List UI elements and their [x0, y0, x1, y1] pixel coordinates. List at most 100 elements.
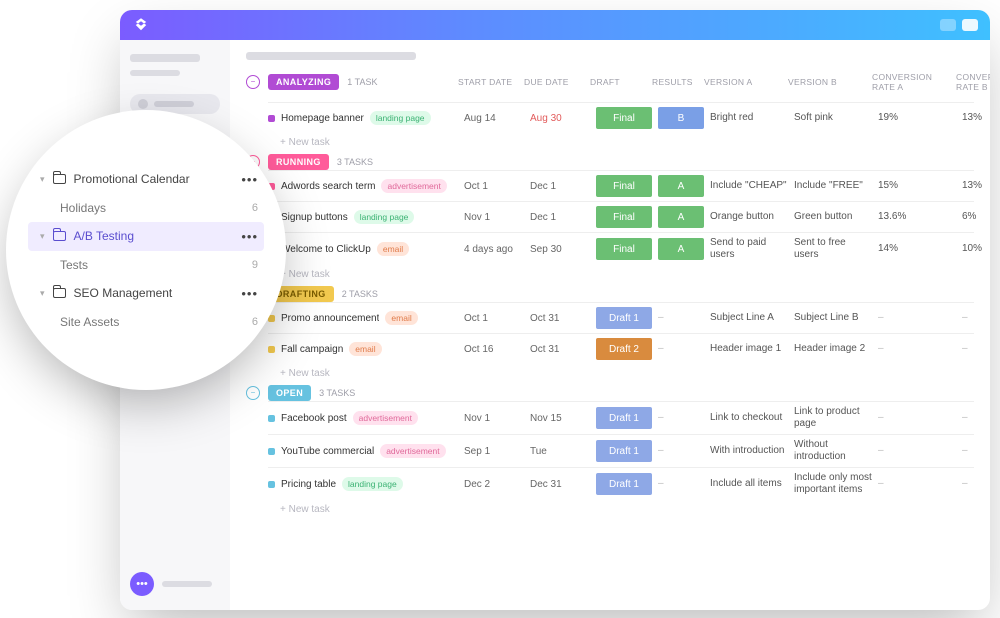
start-date[interactable]: Nov 1 [464, 212, 524, 223]
draft-chip[interactable]: Final [596, 175, 652, 197]
task-name[interactable]: Homepage banner [281, 113, 364, 124]
column-header[interactable]: START DATE [458, 77, 518, 87]
draft-chip[interactable]: Final [596, 238, 652, 260]
conversion-b[interactable]: – [962, 412, 990, 424]
task-row[interactable]: Fall campaignemailOct 16Oct 31Draft 2–He… [268, 333, 974, 364]
task-tag[interactable]: email [385, 311, 417, 325]
start-date[interactable]: Dec 2 [464, 479, 524, 490]
task-status-dot[interactable] [268, 415, 275, 422]
version-a[interactable]: Subject Line A [710, 312, 788, 324]
version-b[interactable]: Without introduction [794, 439, 872, 463]
task-tag[interactable]: advertisement [353, 411, 418, 425]
result-chip[interactable]: B [658, 107, 704, 129]
column-header[interactable]: CONVERSION RATE A [872, 72, 950, 92]
draft-chip[interactable]: Draft 1 [596, 440, 652, 462]
due-date[interactable]: Oct 31 [530, 344, 590, 355]
start-date[interactable]: Oct 1 [464, 181, 524, 192]
task-row[interactable]: Facebook postadvertisementNov 1Nov 15Dra… [268, 401, 974, 434]
version-b[interactable]: Include only most important items [794, 472, 872, 496]
result-chip[interactable]: A [658, 206, 704, 228]
new-task-button[interactable]: + New task [280, 269, 974, 280]
task-name[interactable]: Welcome to ClickUp [281, 244, 371, 255]
collapse-group-button[interactable]: − [246, 75, 260, 89]
conversion-b[interactable]: – [962, 445, 990, 457]
conversion-a[interactable]: – [878, 445, 956, 457]
task-name[interactable]: Pricing table [281, 479, 336, 490]
draft-chip[interactable]: Draft 1 [596, 407, 652, 429]
result-chip[interactable]: A [658, 238, 704, 260]
chevron-down-icon[interactable]: ▾ [40, 231, 45, 242]
task-name[interactable]: Facebook post [281, 413, 347, 424]
column-header[interactable]: DUE DATE [524, 77, 584, 87]
task-tag[interactable]: email [349, 342, 381, 356]
conversion-a[interactable]: – [878, 343, 956, 355]
result-chip[interactable]: – [658, 312, 704, 324]
draft-chip[interactable]: Draft 1 [596, 307, 652, 329]
new-task-button[interactable]: + New task [280, 504, 974, 515]
task-row[interactable]: Adwords search termadvertisementOct 1Dec… [268, 170, 974, 201]
start-date[interactable]: Nov 1 [464, 413, 524, 424]
window-minimize-button[interactable] [940, 19, 956, 31]
task-tag[interactable]: email [377, 242, 409, 256]
list-row[interactable]: Holidays6 [28, 194, 264, 222]
task-row[interactable]: Pricing tablelanding pageDec 2Dec 31Draf… [268, 467, 974, 500]
draft-chip[interactable]: Final [596, 206, 652, 228]
conversion-a[interactable]: – [878, 312, 956, 324]
task-name[interactable]: Promo announcement [281, 313, 379, 324]
task-tag[interactable]: landing page [370, 111, 431, 125]
task-status-dot[interactable] [268, 115, 275, 122]
version-b[interactable]: Subject Line B [794, 312, 872, 324]
new-task-button[interactable]: + New task [280, 368, 974, 379]
more-menu-button[interactable]: ••• [241, 229, 258, 244]
folder-row[interactable]: ▾SEO Management••• [28, 279, 264, 308]
task-row[interactable]: Welcome to ClickUpemail4 days agoSep 30F… [268, 232, 974, 265]
folder-row[interactable]: ▾Promotional Calendar••• [28, 165, 264, 194]
conversion-a[interactable]: 19% [878, 112, 956, 124]
task-row[interactable]: Promo announcementemailOct 1Oct 31Draft … [268, 302, 974, 333]
conversion-b[interactable]: – [962, 478, 990, 490]
conversion-a[interactable]: – [878, 478, 956, 490]
version-b[interactable]: Include "FREE" [794, 180, 872, 192]
version-b[interactable]: Green button [794, 211, 872, 223]
list-row[interactable]: Tests9 [28, 251, 264, 279]
result-chip[interactable]: – [658, 343, 704, 355]
column-header[interactable]: VERSION B [788, 77, 866, 87]
task-tag[interactable]: advertisement [380, 444, 445, 458]
collapse-group-button[interactable]: − [246, 386, 260, 400]
start-date[interactable]: 4 days ago [464, 244, 524, 255]
new-task-button[interactable]: + New task [280, 137, 974, 148]
version-a[interactable]: Send to paid users [710, 237, 788, 261]
version-b[interactable]: Sent to free users [794, 237, 872, 261]
more-menu-button[interactable]: ••• [241, 286, 258, 301]
conversion-a[interactable]: 14% [878, 243, 956, 255]
result-chip[interactable]: A [658, 175, 704, 197]
due-date[interactable]: Dec 1 [530, 212, 590, 223]
column-header[interactable]: VERSION A [704, 77, 782, 87]
version-a[interactable]: Link to checkout [710, 412, 788, 424]
conversion-a[interactable]: 15% [878, 180, 956, 192]
task-status-dot[interactable] [268, 448, 275, 455]
window-maximize-button[interactable] [962, 19, 978, 31]
conversion-b[interactable]: 13% [962, 180, 990, 192]
task-name[interactable]: YouTube commercial [281, 446, 374, 457]
conversion-a[interactable]: – [878, 412, 956, 424]
task-row[interactable]: Signup buttons landing page Nov 1 Dec 1 Fina… [268, 201, 974, 232]
task-status-dot[interactable] [268, 481, 275, 488]
conversion-b[interactable]: – [962, 343, 990, 355]
start-date[interactable]: Oct 1 [464, 313, 524, 324]
result-chip[interactable]: – [658, 445, 704, 457]
group-status-pill[interactable]: ANALYZING [268, 74, 339, 90]
conversion-b[interactable]: 10% [962, 243, 990, 255]
version-a[interactable]: Orange button [710, 211, 788, 223]
due-date[interactable]: Dec 1 [530, 181, 590, 192]
start-date[interactable]: Sep 1 [464, 446, 524, 457]
task-name[interactable]: Adwords search term [281, 181, 375, 192]
conversion-b[interactable]: 13% [962, 112, 990, 124]
task-name[interactable]: Signup buttons [281, 212, 348, 223]
group-status-pill[interactable]: RUNNING [268, 154, 329, 170]
task-tag[interactable]: landing page [354, 210, 415, 224]
task-row[interactable]: Homepage bannerlanding pageAug 14Aug 30F… [268, 102, 974, 133]
conversion-b[interactable]: 6% [962, 211, 990, 223]
due-date[interactable]: Tue [530, 446, 590, 457]
column-header[interactable]: CONVERSION RATE B [956, 72, 990, 92]
